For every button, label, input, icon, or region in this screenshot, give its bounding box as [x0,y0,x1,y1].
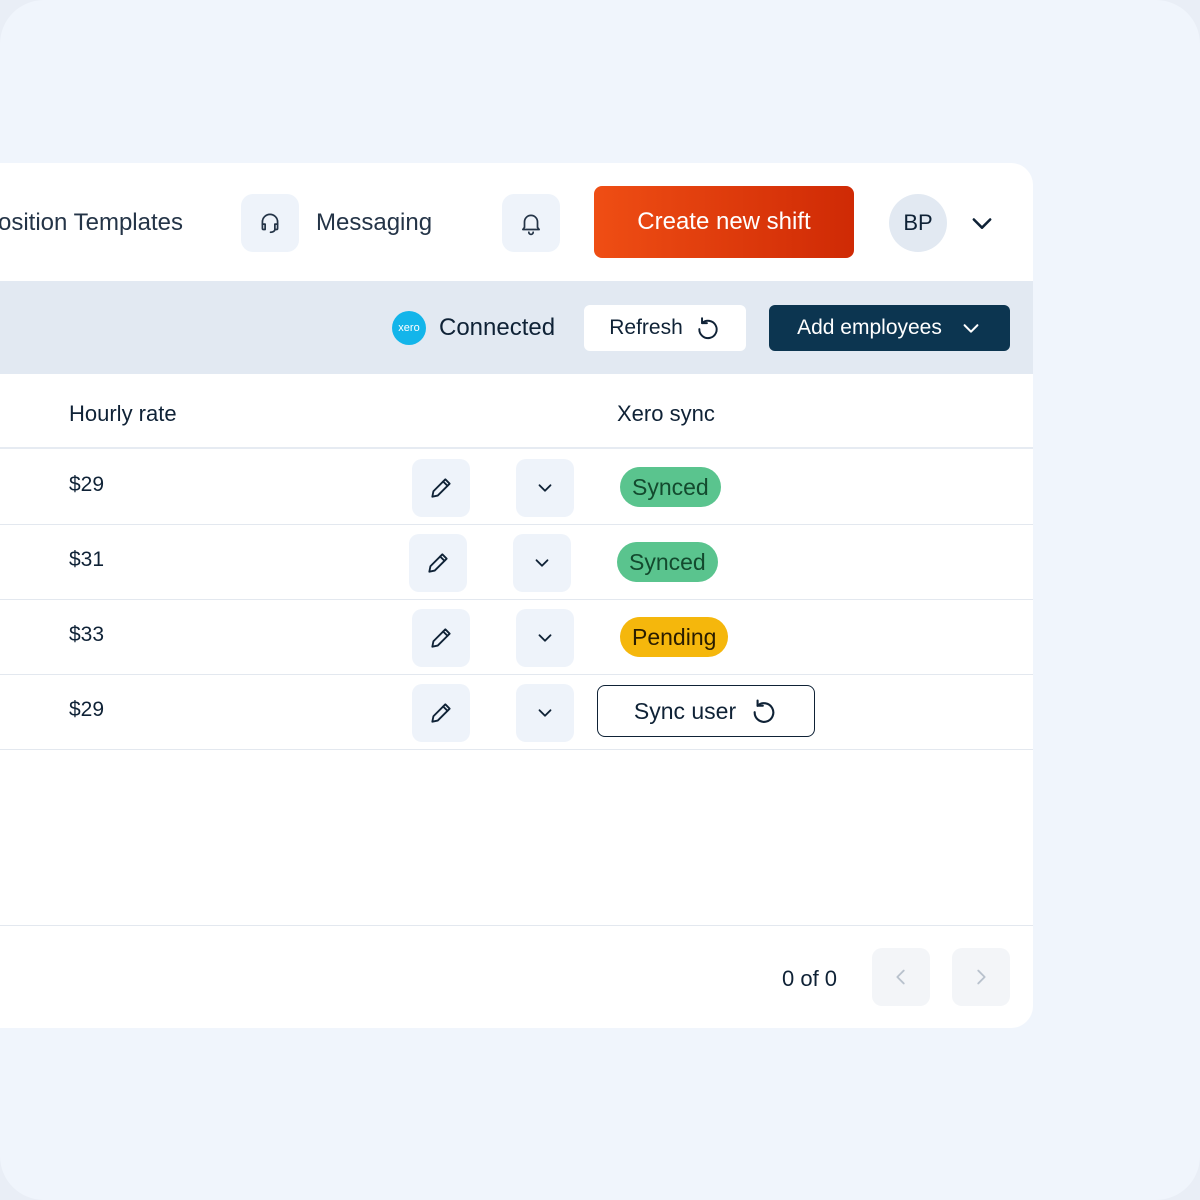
pencil-icon [431,478,451,498]
chevron-down-icon[interactable] [968,209,996,237]
chevron-down-icon [538,709,552,717]
expand-row-button[interactable] [516,459,574,517]
chevron-left-icon [896,969,905,985]
headset-icon [261,213,279,234]
chevron-down-icon [538,484,552,492]
hourly-rate-cell: $31 [69,548,105,571]
expand-row-button[interactable] [516,609,574,667]
hourly-rate-cell: $29 [69,473,105,496]
table-row: $29 Synced [0,449,1033,525]
pencil-icon [431,703,451,723]
table-row: $29 Sync user [0,674,1033,750]
hourly-rate-cell: $33 [69,623,105,646]
connection-status: Connected [439,314,556,341]
status-badge: Synced [620,467,721,507]
sync-user-button[interactable]: Sync user [597,685,815,737]
chevron-down-icon [538,634,552,642]
edit-button[interactable] [412,459,470,517]
create-new-shift-button[interactable]: Create new shift [594,186,854,258]
main-panel: osition Templates Messaging Create new s… [0,163,1033,1028]
notifications-button[interactable] [502,194,560,252]
expand-row-button[interactable] [513,534,571,592]
refresh-label: Refresh [609,316,683,339]
chevron-down-icon [535,559,549,567]
edit-button[interactable] [412,609,470,667]
column-header-hourly-rate: Hourly rate [69,401,177,426]
refresh-button[interactable]: Refresh [584,305,746,351]
status-badge: Synced [617,542,718,582]
hourly-rate-cell: $29 [69,698,105,721]
pagination-status: 0 of 0 [782,966,838,991]
user-avatar[interactable]: BP [889,194,947,252]
expand-row-button[interactable] [516,684,574,742]
pencil-icon [431,628,451,648]
add-employees-label: Add employees [797,316,942,339]
refresh-icon [698,317,718,340]
footer-divider [0,925,1033,926]
column-header-xero-sync: Xero sync [617,401,715,426]
xero-logo-text: xero [398,322,420,334]
status-badge: Pending [620,617,729,657]
bell-icon [522,214,540,236]
messaging-icon-button[interactable] [241,194,299,252]
edit-button[interactable] [409,534,467,592]
chevron-down-icon [963,324,979,333]
toolbar: xero Connected Refresh Add employees [0,281,1033,374]
chevron-right-icon [977,969,986,985]
top-nav: osition Templates Messaging Create new s… [0,163,1033,281]
xero-logo: xero [392,311,426,345]
next-page-button[interactable] [952,948,1010,1006]
nav-link-position-templates[interactable]: osition Templates [0,207,183,239]
edit-button[interactable] [412,684,470,742]
previous-page-button[interactable] [872,948,930,1006]
add-employees-button[interactable]: Add employees [769,305,1010,351]
nav-link-messaging[interactable]: Messaging [316,207,432,239]
table-row: $33 Pending [0,599,1033,675]
refresh-icon [753,699,775,723]
sync-user-label: Sync user [633,697,737,724]
pencil-icon [428,553,448,573]
table-row: $31 Synced [0,524,1033,600]
